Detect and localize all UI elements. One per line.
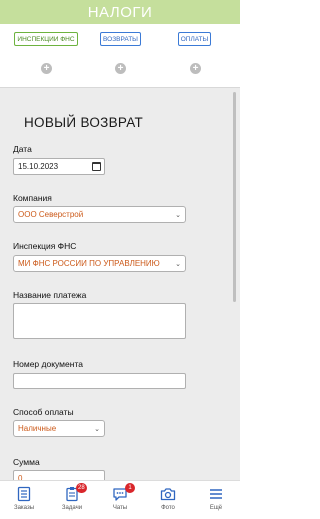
payment-name-label: Название платежа — [13, 290, 87, 300]
nav-orders[interactable]: Заказы — [0, 481, 48, 519]
company-label: Компания — [13, 193, 52, 203]
tab-bar: ИНСПЕКЦИИ ФНС ВОЗВРАТЫ ОПЛАТЫ — [0, 32, 240, 46]
chevron-down-icon: ⌄ — [175, 260, 181, 268]
date-value: 15.10.2023 — [18, 162, 59, 171]
sum-input[interactable]: 0 — [13, 470, 105, 480]
nav-photo[interactable]: Фото — [144, 481, 192, 519]
tasks-badge: 28 — [76, 483, 87, 493]
nav-more[interactable]: Ещё — [192, 481, 240, 519]
orders-icon — [17, 486, 31, 502]
doc-number-input[interactable] — [13, 373, 186, 389]
form-title: НОВЫЙ ВОЗВРАТ — [24, 115, 144, 130]
page-title: НАЛОГИ — [87, 3, 153, 21]
new-refund-form: НОВЫЙ ВОЗВРАТ Дата 15.10.2023 Компания О… — [0, 88, 240, 480]
nav-label-tasks: Задачи — [61, 505, 83, 511]
app-screen: НАЛОГИ ИНСПЕКЦИИ ФНС ВОЗВРАТЫ ОПЛАТЫ + +… — [0, 0, 240, 519]
nav-label-chats: Чаты — [112, 505, 128, 511]
payment-method-select[interactable]: Наличные ⌄ — [13, 420, 105, 437]
sum-label: Сумма — [13, 457, 40, 467]
camera-icon — [160, 488, 176, 501]
doc-number-label: Номер документа — [13, 359, 83, 369]
add-refund-icon[interactable]: + — [115, 63, 126, 74]
bottom-nav: Заказы 28 Задачи 1 Чаты Фото Ещё — [0, 480, 240, 519]
nav-label-more: Ещё — [209, 505, 223, 511]
inspection-label: Инспекция ФНС — [13, 241, 77, 251]
tab-refunds[interactable]: ВОЗВРАТЫ — [100, 32, 141, 46]
chats-badge: 1 — [125, 483, 135, 493]
add-payment-icon[interactable]: + — [190, 63, 201, 74]
company-select[interactable]: ООО Северстрой ⌄ — [13, 206, 186, 223]
date-input[interactable]: 15.10.2023 — [13, 158, 105, 175]
chevron-down-icon: ⌄ — [94, 425, 100, 433]
chevron-down-icon: ⌄ — [175, 211, 181, 219]
nav-label-photo: Фото — [161, 505, 175, 511]
nav-chats[interactable]: 1 Чаты — [96, 481, 144, 519]
company-value: ООО Северстрой — [18, 210, 84, 219]
nav-label-orders: Заказы — [13, 505, 35, 511]
date-label: Дата — [13, 144, 32, 154]
inspection-select[interactable]: МИ ФНС РОССИИ ПО УПРАВЛЕНИЮ ⌄ — [13, 255, 186, 272]
add-inspection-icon[interactable]: + — [41, 63, 52, 74]
scrollbar[interactable] — [233, 92, 236, 302]
payment-method-label: Способ оплаты — [13, 407, 74, 417]
payment-method-value: Наличные — [18, 424, 57, 433]
menu-icon — [210, 489, 222, 499]
nav-tasks[interactable]: 28 Задачи — [48, 481, 96, 519]
tab-inspections[interactable]: ИНСПЕКЦИИ ФНС — [14, 32, 78, 46]
tab-payments[interactable]: ОПЛАТЫ — [178, 32, 211, 46]
payment-name-textarea[interactable] — [13, 303, 186, 339]
header-bar: НАЛОГИ — [0, 0, 240, 24]
inspection-value: МИ ФНС РОССИИ ПО УПРАВЛЕНИЮ — [18, 259, 160, 268]
calendar-icon[interactable] — [92, 162, 101, 171]
